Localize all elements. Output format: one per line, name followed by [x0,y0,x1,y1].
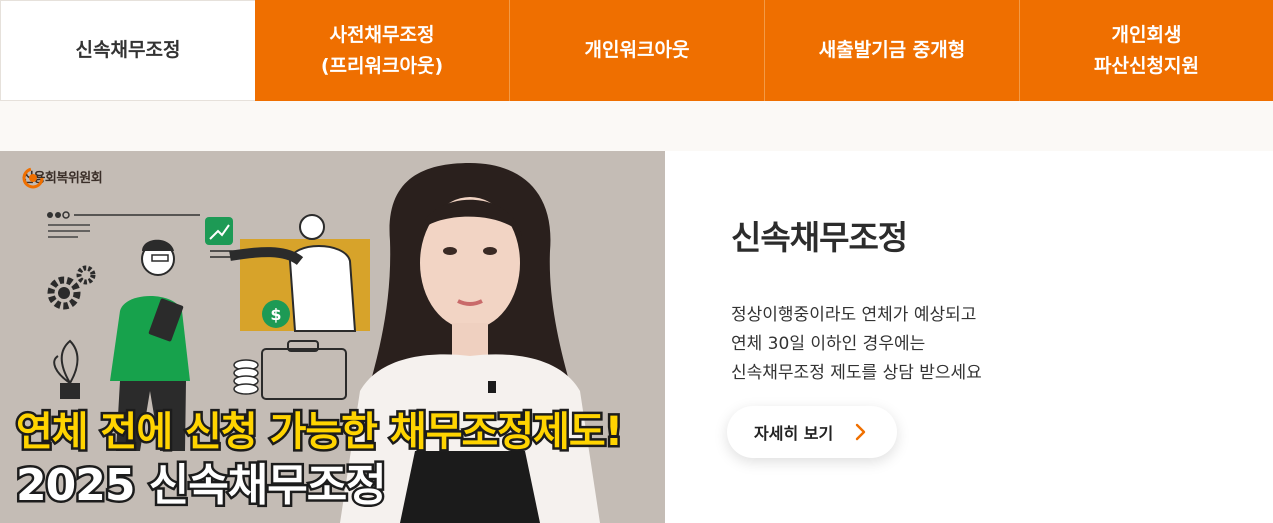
tab-label: 사전채무조정 [329,23,435,46]
description-line: 정상이행중이라도 연체가 예상되고 [731,305,977,325]
tab-new-start-fund[interactable]: 새출발기금 중개형 [765,0,1020,101]
description-line: 신속채무조정 제도를 상담 받으세요 [731,363,982,383]
tab-rapid-debt-adjustment[interactable]: 신속채무조정 [0,0,255,101]
credit-recovery-logo-icon [22,167,44,189]
program-detail: $ 신용회복위원회 연체 전에 신청 가능한 채무조정제도! 2025 신속채무… [0,151,1273,523]
view-details-label: 자세히 보기 [754,424,834,443]
tab-rehabilitation-bankruptcy[interactable]: 개인회생 파산신청지원 [1020,0,1273,101]
tab-label: 개인회생 [1111,23,1182,46]
tab-label: 신속채무조정 [75,39,181,61]
gear-icon [47,265,96,310]
description-line: 연체 30일 이하인 경우에는 [731,334,926,354]
plant-icon [53,339,80,399]
tab-label: (프리워크아웃) [320,54,444,77]
coin-stack-icon [233,359,259,395]
briefcase-icon [261,340,347,400]
chevron-right-icon [855,423,866,441]
tab-label: 새출발기금 중개형 [818,39,966,61]
svg-text:$: $ [270,305,281,324]
video-caption-title: 2025 신속채무조정 [14,458,390,514]
program-title: 신속채무조정 [731,218,908,257]
tab-pre-workout[interactable]: 사전채무조정 (프리워크아웃) [255,0,510,101]
tab-personal-workout[interactable]: 개인워크아웃 [510,0,765,101]
view-details-button[interactable]: 자세히 보기 [727,406,897,458]
tab-label: 개인워크아웃 [584,39,690,61]
program-tabs: 신속채무조정 사전채무조정 (프리워크아웃) 개인워크아웃 새출발기금 중개형 … [0,0,1273,101]
tab-label: 파산신청지원 [1094,54,1199,77]
program-description: 정상이행중이라도 연체가 예상되고 연체 30일 이하인 경우에는 신속채무조정… [731,301,1231,388]
program-info: 신속채무조정 정상이행중이라도 연체가 예상되고 연체 30일 이하인 경우에는… [727,211,1231,458]
video-thumbnail[interactable]: $ 신용회복위원회 연체 전에 신청 가능한 채무조정제도! 2025 신속채무… [0,151,665,523]
brand-logo: 신용회복위원회 [22,167,103,189]
